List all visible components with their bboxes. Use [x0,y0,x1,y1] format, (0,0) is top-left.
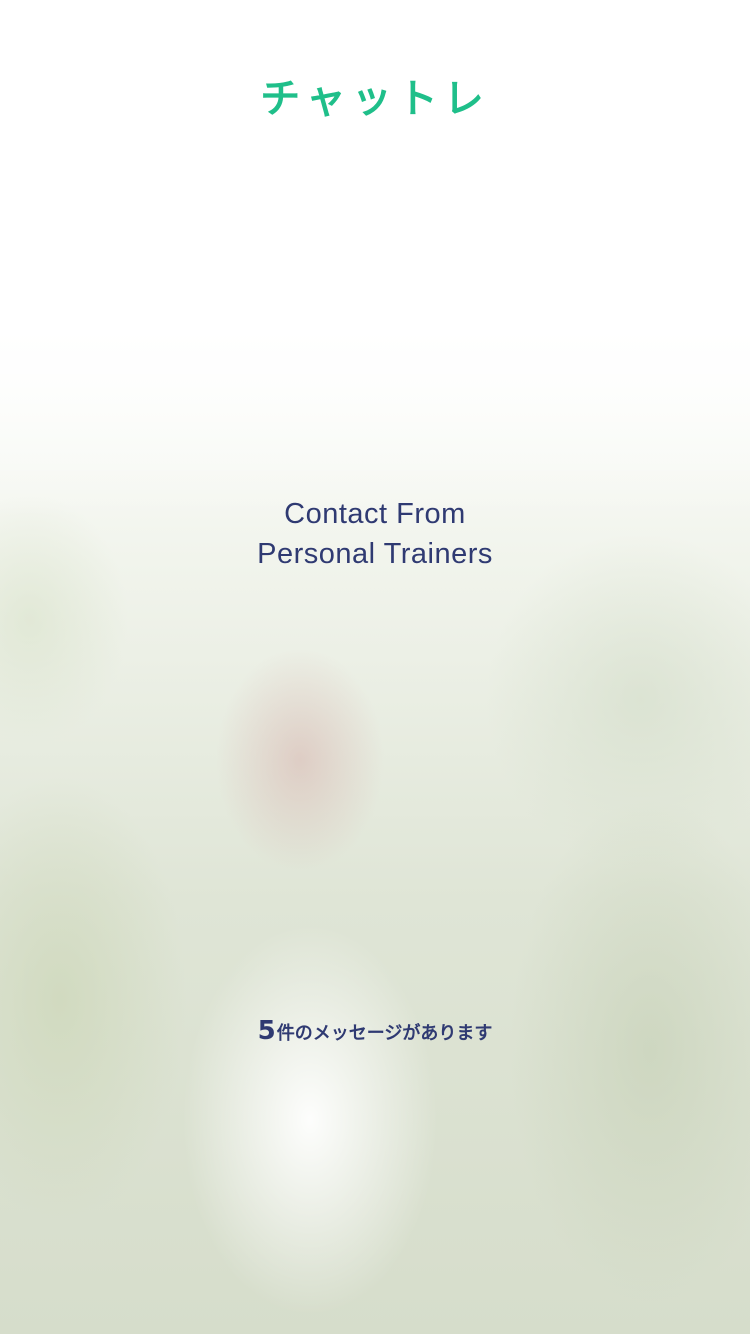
message-count-text: 件のメッセージがあります [276,1023,493,1044]
message-count-notice: 5件のメッセージがあります [0,1016,750,1046]
headline-line-2: Personal Trainers [257,538,493,570]
message-count-number: 5 [257,1016,276,1046]
splash-screen: チャットレ Contact From Personal Trainers 5件の… [0,0,750,1334]
headline-line-1: Contact From [284,498,466,530]
headline: Contact From Personal Trainers [0,494,750,574]
app-logo: チャットレ [260,76,490,122]
